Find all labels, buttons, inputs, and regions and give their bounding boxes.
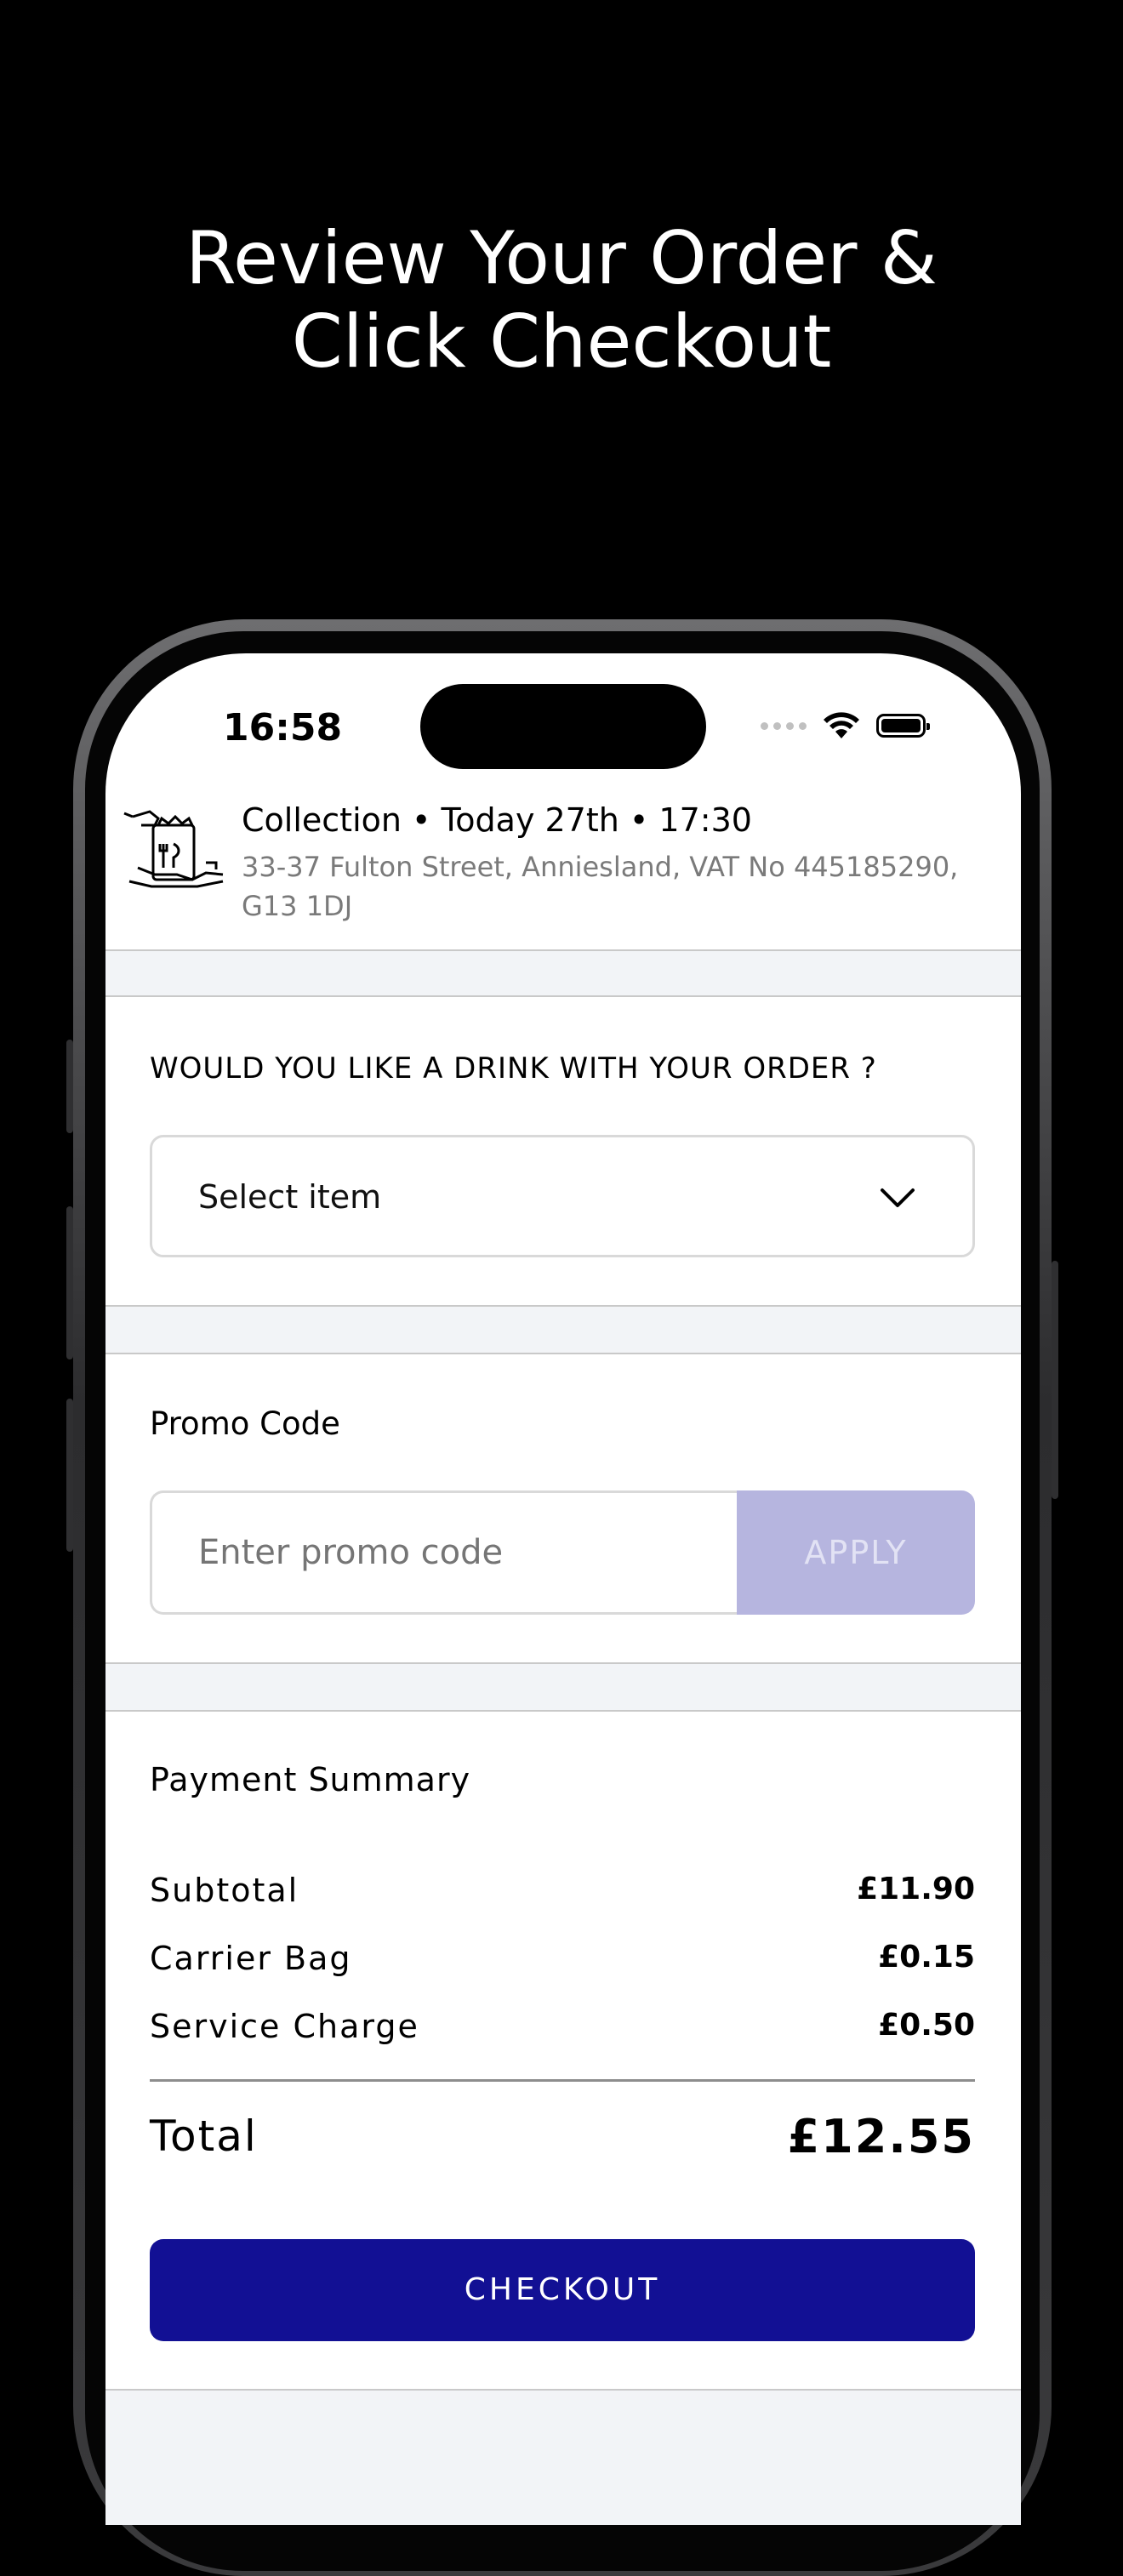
status-indicators — [761, 711, 930, 740]
status-time: 16:58 — [223, 706, 343, 749]
section-divider-band — [105, 1305, 1021, 1354]
summary-divider — [150, 2079, 975, 2082]
collection-address: 33-37 Fulton Street, Anniesland, VAT No … — [242, 851, 959, 922]
total-label: Total — [150, 2112, 258, 2161]
app-screen: 16:58 Collection • Today 27th • 17:30 33… — [105, 653, 1021, 2525]
summary-row-value: £0.50 — [878, 2008, 975, 2043]
promo-code-input[interactable] — [150, 1490, 737, 1615]
headline-line-1: Review Your Order & — [185, 216, 938, 301]
dynamic-island — [420, 684, 706, 769]
promo-section: Promo Code APPLY — [105, 1354, 1021, 1662]
phone-power-button — [1052, 1261, 1058, 1499]
summary-row-label: Carrier Bag — [150, 1940, 352, 1977]
total-value: £12.55 — [787, 2110, 975, 2163]
cellular-signal-icon — [761, 721, 807, 730]
collection-title: Collection • Today 27th • 17:30 — [242, 801, 752, 839]
summary-row-value: £11.90 — [857, 1872, 975, 1906]
section-divider-band — [105, 949, 1021, 997]
phone-volume-up-button — [66, 1206, 73, 1359]
headline-line-2: Click Checkout — [291, 299, 832, 385]
drink-select-value: Select item — [198, 1178, 382, 1216]
drink-question: WOULD YOU LIKE A DRINK WITH YOUR ORDER ? — [150, 1051, 877, 1086]
checkout-button[interactable]: CHECKOUT — [150, 2239, 975, 2341]
chevron-down-icon — [881, 1188, 915, 1207]
phone-volume-down-button — [66, 1399, 73, 1552]
payment-summary-section: Payment Summary Subtotal £11.90 Carrier … — [105, 1712, 1021, 2363]
promo-headline: Review Your Order & Click Checkout — [0, 217, 1123, 384]
section-divider-band — [105, 1662, 1021, 1712]
collection-header[interactable]: Collection • Today 27th • 17:30 33-37 Fu… — [105, 798, 1021, 924]
drink-select[interactable]: Select item — [150, 1135, 975, 1257]
section-divider-band — [105, 2389, 1021, 2525]
summary-row-carrier-bag: Carrier Bag £0.15 — [150, 1940, 975, 1982]
summary-row-service-charge: Service Charge £0.50 — [150, 2008, 975, 2050]
apply-button[interactable]: APPLY — [737, 1490, 975, 1615]
battery-icon — [876, 714, 930, 738]
summary-row-label: Service Charge — [150, 2008, 419, 2045]
promo-code-label: Promo Code — [150, 1405, 340, 1442]
summary-row-label: Subtotal — [150, 1872, 299, 1909]
payment-summary-title: Payment Summary — [150, 1761, 471, 1798]
summary-row-subtotal: Subtotal £11.90 — [150, 1872, 975, 1914]
drink-section: WOULD YOU LIKE A DRINK WITH YOUR ORDER ?… — [105, 997, 1021, 1305]
wifi-icon — [824, 712, 859, 738]
collection-bag-icon — [123, 810, 224, 888]
summary-row-value: £0.15 — [878, 1940, 975, 1975]
phone-action-button — [66, 1040, 73, 1133]
